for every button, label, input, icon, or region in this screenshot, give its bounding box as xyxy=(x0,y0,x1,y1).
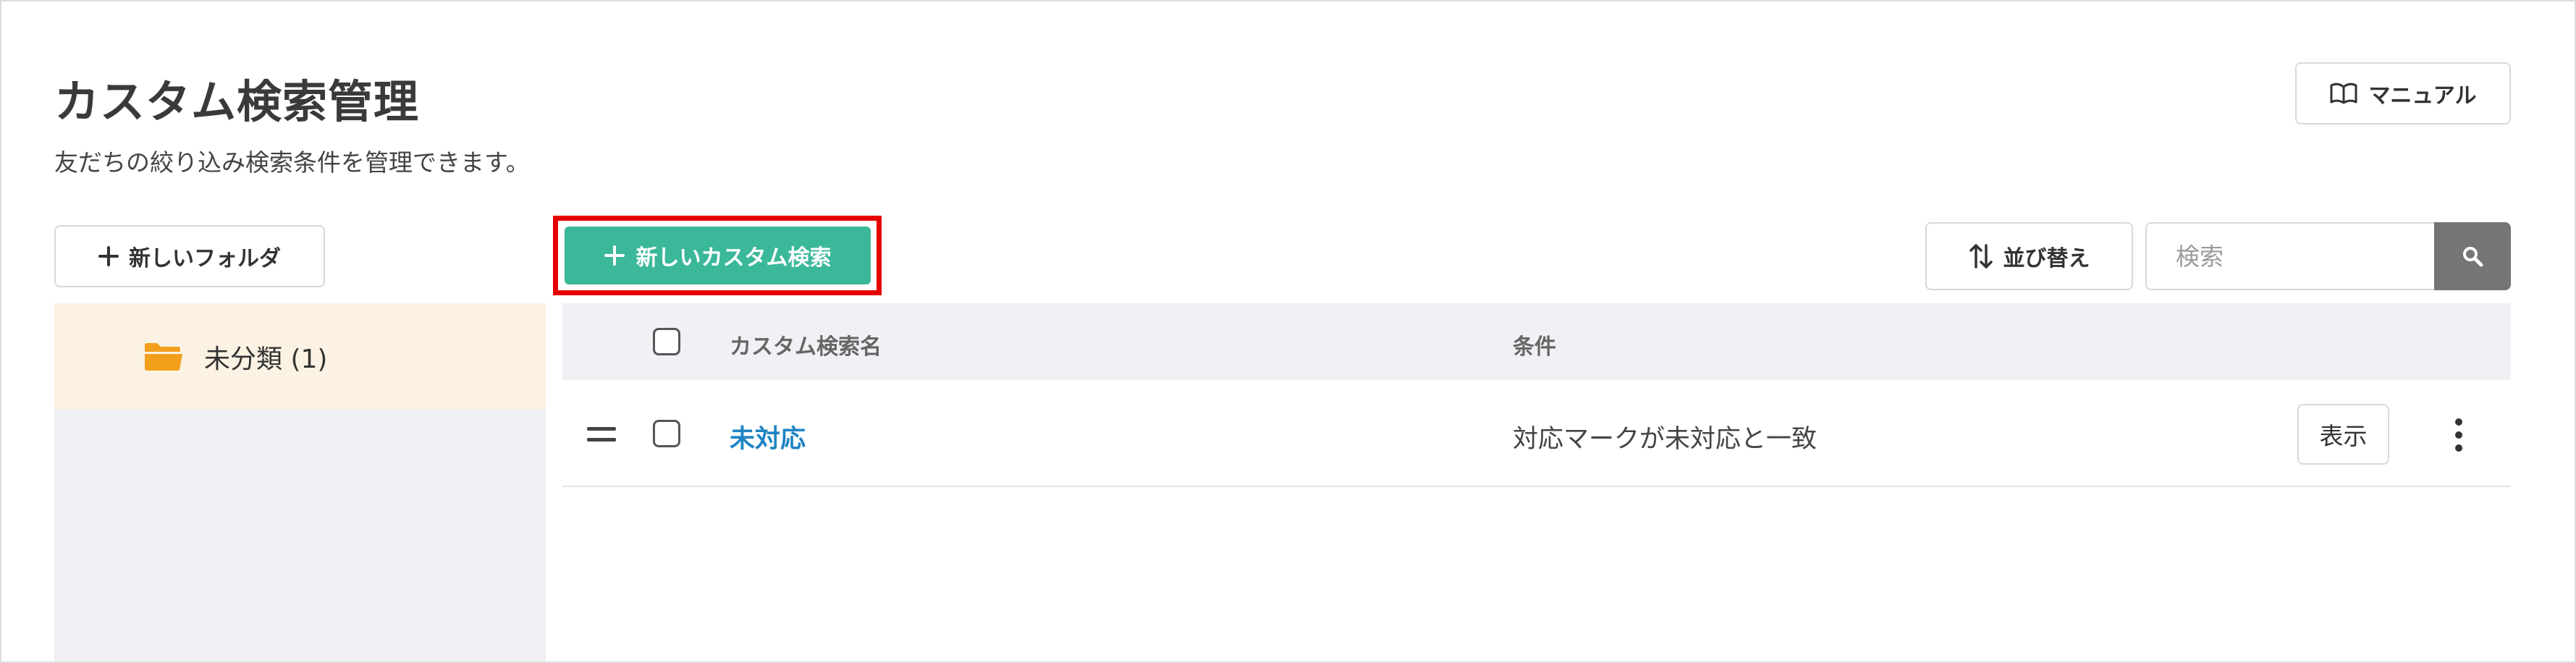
new-custom-search-label: 新しいカスタム検索 xyxy=(635,245,832,271)
folder-open-icon xyxy=(143,342,184,371)
page-subtitle: 友だちの絞り込み検索条件を管理できます。 xyxy=(54,148,530,177)
folder-item-uncategorized[interactable]: 未分類 (1) xyxy=(54,303,546,410)
folder-label: 未分類 (1) xyxy=(204,344,328,374)
plus-icon xyxy=(98,246,119,266)
column-header-condition: 条件 xyxy=(1513,334,1556,360)
search-icon xyxy=(2463,247,2483,267)
select-all-checkbox[interactable] xyxy=(653,328,680,355)
column-header-name: カスタム検索名 xyxy=(730,334,882,360)
drag-handle-icon[interactable] xyxy=(587,427,616,442)
new-folder-label: 新しいフォルダ xyxy=(129,246,281,271)
plus-icon xyxy=(604,245,625,266)
show-button[interactable]: 表示 xyxy=(2297,404,2389,465)
new-custom-search-button[interactable]: 新しいカスタム検索 xyxy=(565,227,871,284)
manual-label: マニュアル xyxy=(2368,83,2477,109)
sort-button[interactable]: 並び替え xyxy=(1925,222,2133,290)
book-icon xyxy=(2330,83,2357,104)
sort-label: 並び替え xyxy=(2003,246,2090,271)
kebab-menu-icon[interactable] xyxy=(2444,418,2473,452)
row-checkbox[interactable] xyxy=(653,420,680,447)
new-folder-button[interactable]: 新しいフォルダ xyxy=(54,225,325,287)
manual-button[interactable]: マニュアル xyxy=(2295,62,2511,124)
search-button[interactable] xyxy=(2434,222,2511,290)
search-input[interactable] xyxy=(2145,222,2436,290)
custom-search-condition: 対応マークが未対応と一致 xyxy=(1513,425,1817,454)
page-title: カスタム検索管理 xyxy=(54,75,420,128)
sort-arrows-icon xyxy=(1969,244,1993,269)
custom-search-name-link[interactable]: 未対応 xyxy=(730,418,806,455)
